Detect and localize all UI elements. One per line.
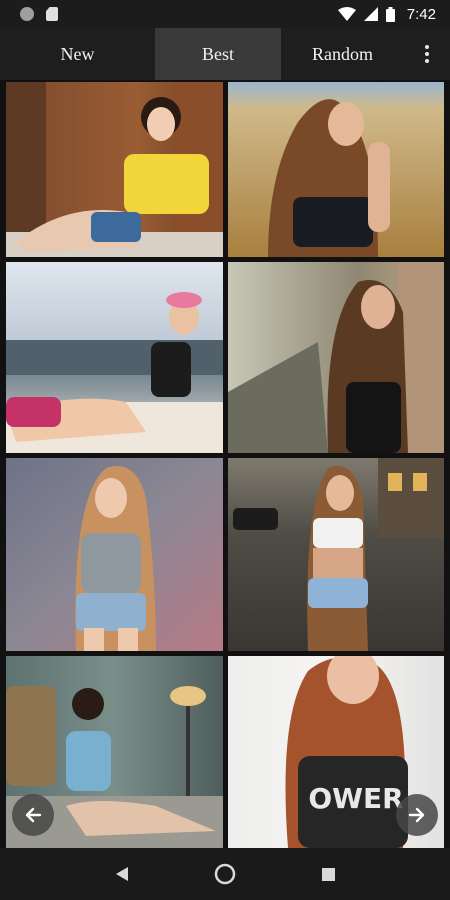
photo-thumbnail[interactable] — [6, 82, 223, 257]
previous-button[interactable] — [12, 794, 54, 836]
shirt-print-text: OWER — [308, 782, 403, 815]
tab-bar: New Best Random — [0, 28, 450, 80]
more-vertical-icon — [425, 45, 429, 63]
home-circle-icon — [214, 863, 236, 885]
photo-thumbnail[interactable] — [6, 458, 223, 651]
tab-random[interactable]: Random — [281, 28, 404, 80]
notification-dot-icon — [20, 7, 34, 21]
signal-icon — [363, 7, 378, 21]
clock-time: 7:42 — [406, 5, 436, 23]
photo-thumbnail[interactable] — [228, 82, 444, 257]
system-home-button[interactable] — [205, 854, 245, 894]
recents-square-icon — [321, 867, 335, 881]
arrow-left-icon — [25, 807, 42, 823]
next-button[interactable] — [396, 794, 438, 836]
back-triangle-icon — [115, 867, 128, 881]
tab-new[interactable]: New — [0, 28, 155, 80]
system-back-button[interactable] — [102, 854, 142, 894]
tab-best[interactable]: Best — [155, 28, 281, 80]
system-navigation-bar — [0, 848, 450, 900]
wifi-icon — [337, 7, 356, 21]
photo-thumbnail[interactable] — [228, 262, 444, 453]
status-bar: 7:42 — [0, 0, 450, 28]
sd-card-icon — [46, 7, 58, 21]
battery-icon — [385, 6, 395, 22]
photo-thumbnail[interactable] — [6, 262, 223, 453]
system-recents-button[interactable] — [308, 854, 348, 894]
more-options-button[interactable] — [404, 28, 450, 80]
arrow-right-icon — [408, 807, 425, 823]
photo-grid: OWER — [0, 80, 450, 848]
photo-thumbnail[interactable] — [228, 458, 444, 651]
